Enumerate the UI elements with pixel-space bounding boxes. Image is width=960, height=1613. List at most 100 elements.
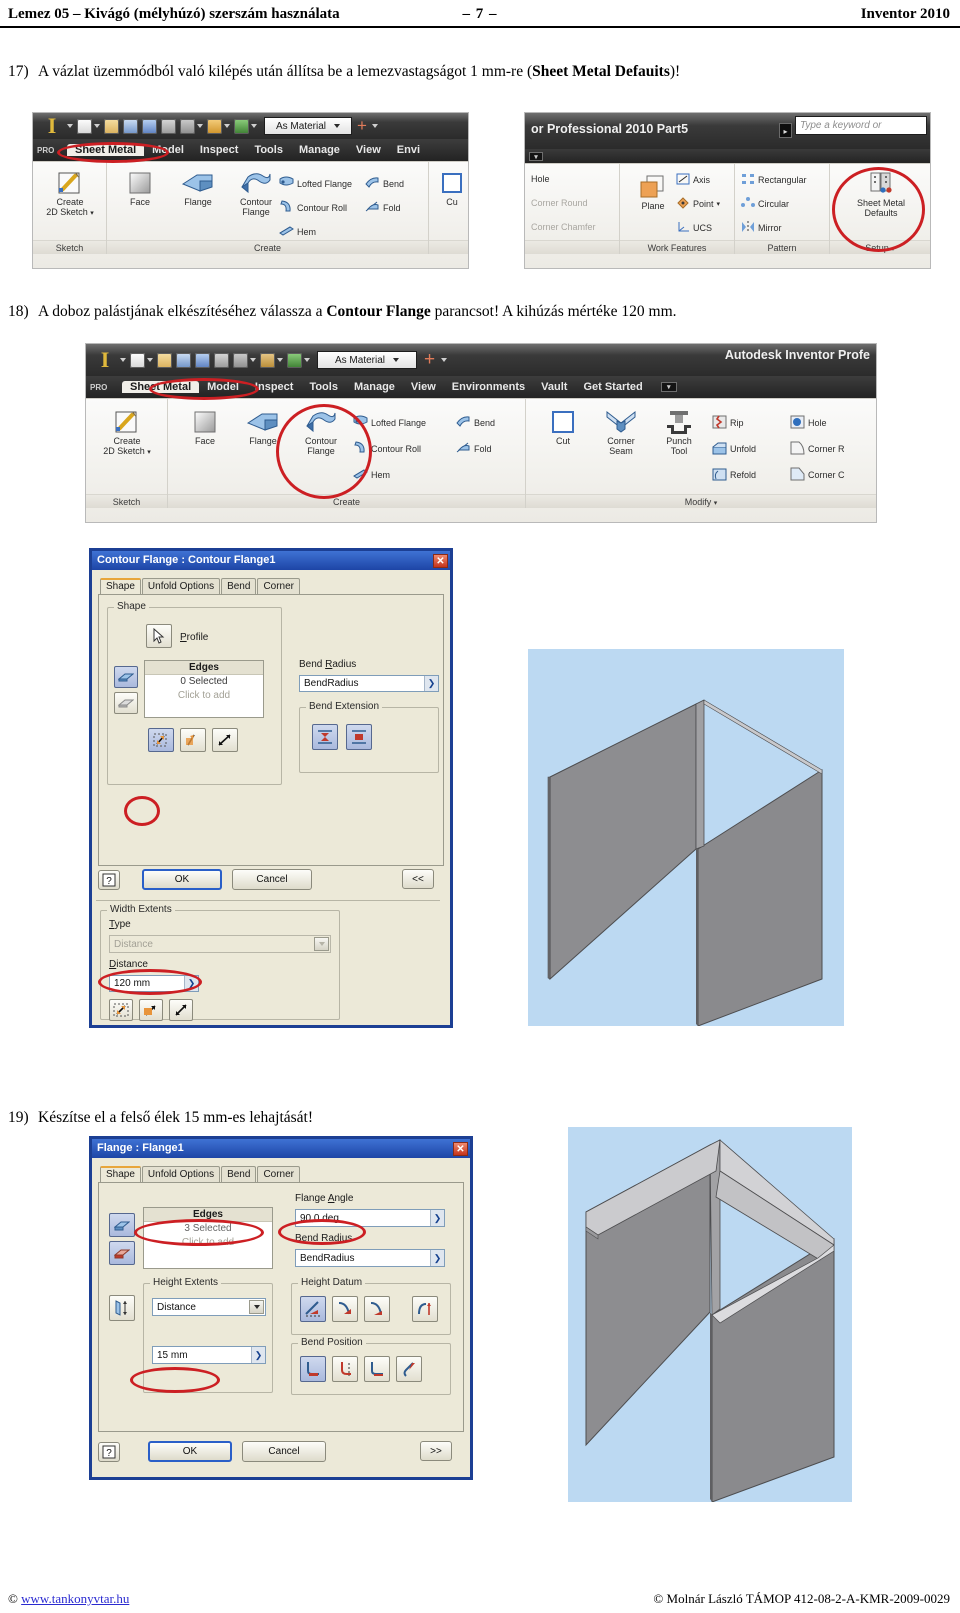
paint-dropdown-icon[interactable] xyxy=(224,124,230,128)
search-dropdown-icon[interactable]: ▸ xyxy=(779,123,792,138)
new-file-dropdown-icon[interactable] xyxy=(94,124,100,128)
add-plus-icon[interactable]: + xyxy=(357,116,367,136)
quick-access-toolbar[interactable]: I As Material + xyxy=(33,113,468,139)
height-distance-arrow-icon[interactable]: ❯ xyxy=(251,1347,265,1363)
remove-edges-button[interactable] xyxy=(114,692,138,714)
tab-bend-flange[interactable]: Bend xyxy=(221,1166,257,1182)
tab-environments-18[interactable]: Environments xyxy=(444,381,533,393)
bend-button[interactable]: Bend xyxy=(365,176,404,191)
tab-manage[interactable]: Manage xyxy=(291,144,348,156)
collapse-button[interactable]: << xyxy=(402,869,434,889)
distance-field[interactable]: 120 mm ❯ xyxy=(109,975,199,992)
ribbon-tabbar[interactable]: PRO Sheet Metal Model Inspect Tools Mana… xyxy=(33,139,468,161)
distance-arrow-icon[interactable]: ❯ xyxy=(184,976,198,991)
tab-inspect-18[interactable]: Inspect xyxy=(247,381,302,393)
corner-round-button-18[interactable]: Corner R xyxy=(790,441,845,457)
flange-dialog-titlebar[interactable]: Flange : Flange1 ✕ xyxy=(92,1139,470,1158)
local-update-icon[interactable] xyxy=(180,118,195,134)
tab-manage-18[interactable]: Manage xyxy=(346,381,403,393)
hem-button[interactable]: Hem xyxy=(279,224,316,239)
unfold-button-18[interactable]: Unfold xyxy=(712,441,756,457)
material-paint-icon-18[interactable] xyxy=(260,352,275,368)
close-icon-flange[interactable]: ✕ xyxy=(453,1141,468,1156)
new-file-dropdown-icon-18[interactable] xyxy=(147,358,153,362)
height-distance-field[interactable]: 15 mm ❯ xyxy=(152,1346,266,1364)
bend-radius-arrow-icon[interactable]: ❯ xyxy=(424,676,438,691)
ucs-button[interactable]: UCS xyxy=(676,221,712,235)
logo-dropdown-icon-18[interactable] xyxy=(120,358,126,362)
bend-position-3-button[interactable] xyxy=(364,1356,390,1382)
fold-button[interactable]: Fold xyxy=(365,200,401,215)
qat-overflow-icon[interactable] xyxy=(371,124,378,128)
tab-environments[interactable]: Envi xyxy=(389,144,428,156)
tab-inspect[interactable]: Inspect xyxy=(192,144,247,156)
height-extents-dropdown-icon[interactable] xyxy=(249,1300,264,1314)
bend-radius-field[interactable]: BendRadius ❯ xyxy=(299,675,439,692)
inventor-logo-icon-18[interactable]: I xyxy=(92,348,118,372)
new-file-icon-18[interactable] xyxy=(130,352,145,368)
ribbon-overflow-icon[interactable]: ▾ xyxy=(529,151,543,161)
cut-button[interactable]: Cu xyxy=(423,168,468,207)
help-button[interactable]: ? xyxy=(98,870,120,890)
ribbon-tabbar-right-fragment[interactable]: ▾ xyxy=(525,149,930,163)
open-file-icon[interactable] xyxy=(104,118,119,134)
lofted-flange-button-18[interactable]: Lofted Flange xyxy=(353,415,426,430)
width-direction-3-button[interactable] xyxy=(169,999,193,1021)
face-button-18[interactable]: Face xyxy=(176,407,234,446)
tab-corner-flange[interactable]: Corner xyxy=(257,1166,301,1182)
tab-vault-18[interactable]: Vault xyxy=(533,381,575,393)
paint-dropdown-icon-18[interactable] xyxy=(277,358,283,362)
profile-select-button[interactable] xyxy=(146,624,172,648)
contour-flange-tabbar[interactable]: Shape Unfold Options Bend Corner xyxy=(100,576,444,594)
hole-button[interactable]: Hole xyxy=(531,174,550,184)
tab-corner[interactable]: Corner xyxy=(257,578,301,594)
qat-overflow-icon-18[interactable] xyxy=(441,358,448,362)
expand-button-flange[interactable]: >> xyxy=(420,1441,452,1461)
height-extents-type-select[interactable]: Distance xyxy=(152,1298,266,1316)
appearance-dropdown-icon[interactable] xyxy=(251,124,257,128)
flange-tabbar[interactable]: Shape Unfold Options Bend Corner xyxy=(100,1164,464,1182)
edges-listbox[interactable]: Edges 0 Selected Click to add xyxy=(144,660,264,718)
contour-flange-dialog-titlebar[interactable]: Contour Flange : Contour Flange1 ✕ xyxy=(92,551,450,570)
bend-radius-arrow-icon-flange[interactable]: ❯ xyxy=(430,1250,444,1266)
height-datum-4-button[interactable] xyxy=(412,1296,438,1322)
edges-listbox-flange[interactable]: Edges 3 Selected Click to add xyxy=(143,1207,273,1269)
add-edges-button[interactable] xyxy=(114,666,138,688)
ribbon-overflow-icon-18[interactable]: ▾ xyxy=(660,382,677,392)
corner-chamfer-button-18[interactable]: Corner C xyxy=(790,467,845,483)
update-dropdown-icon[interactable] xyxy=(197,124,203,128)
type-select-dropdown-icon[interactable] xyxy=(314,937,329,951)
plane-button[interactable]: Plane xyxy=(624,172,682,211)
local-update-icon-18[interactable] xyxy=(233,352,248,368)
appearance-icon[interactable] xyxy=(234,118,249,134)
appearance-dropdown-icon-18[interactable] xyxy=(304,358,310,362)
inventor-logo-icon[interactable]: I xyxy=(39,114,65,138)
tab-view-18[interactable]: View xyxy=(403,381,444,393)
point-button[interactable]: Point ▾ xyxy=(676,197,720,211)
flange-angle-arrow-icon[interactable]: ❯ xyxy=(430,1210,444,1226)
contour-flange-button-18[interactable]: Contour Flange xyxy=(292,407,350,456)
extend-direction-1-button[interactable] xyxy=(148,728,174,752)
height-datum-3-button[interactable] xyxy=(364,1296,390,1322)
tab-view[interactable]: View xyxy=(348,144,389,156)
corner-seam-button-18[interactable]: Corner Seam xyxy=(592,407,650,456)
flange-angle-field[interactable]: 90,0 deg ❯ xyxy=(295,1209,445,1227)
height-datum-1-button[interactable] xyxy=(300,1296,326,1322)
logo-dropdown-icon[interactable] xyxy=(67,124,73,128)
refold-button-18[interactable]: Refold xyxy=(712,467,756,483)
quick-access-toolbar-18[interactable]: I As Material + Autodesk Inventor Profe xyxy=(86,344,876,376)
lofted-flange-button[interactable]: Lofted Flange xyxy=(279,176,352,191)
ok-button[interactable]: OK xyxy=(142,869,222,890)
bend-button-18[interactable]: Bend xyxy=(456,415,495,430)
footer-link[interactable]: www.tankonyvtar.hu xyxy=(21,1591,129,1606)
appearance-icon-18[interactable] xyxy=(287,352,302,368)
circular-pattern-button[interactable]: Circular xyxy=(741,197,789,211)
extend-direction-2-button[interactable] xyxy=(180,728,206,752)
tab-model[interactable]: Model xyxy=(144,144,192,156)
type-select[interactable]: Distance xyxy=(109,935,331,953)
height-datum-2-button[interactable] xyxy=(332,1296,358,1322)
width-direction-1-button[interactable] xyxy=(109,999,133,1021)
axis-button[interactable]: Axis xyxy=(676,173,710,187)
tab-shape-flange[interactable]: Shape xyxy=(100,1166,141,1182)
contour-flange-button[interactable]: Contour Flange xyxy=(227,168,285,217)
